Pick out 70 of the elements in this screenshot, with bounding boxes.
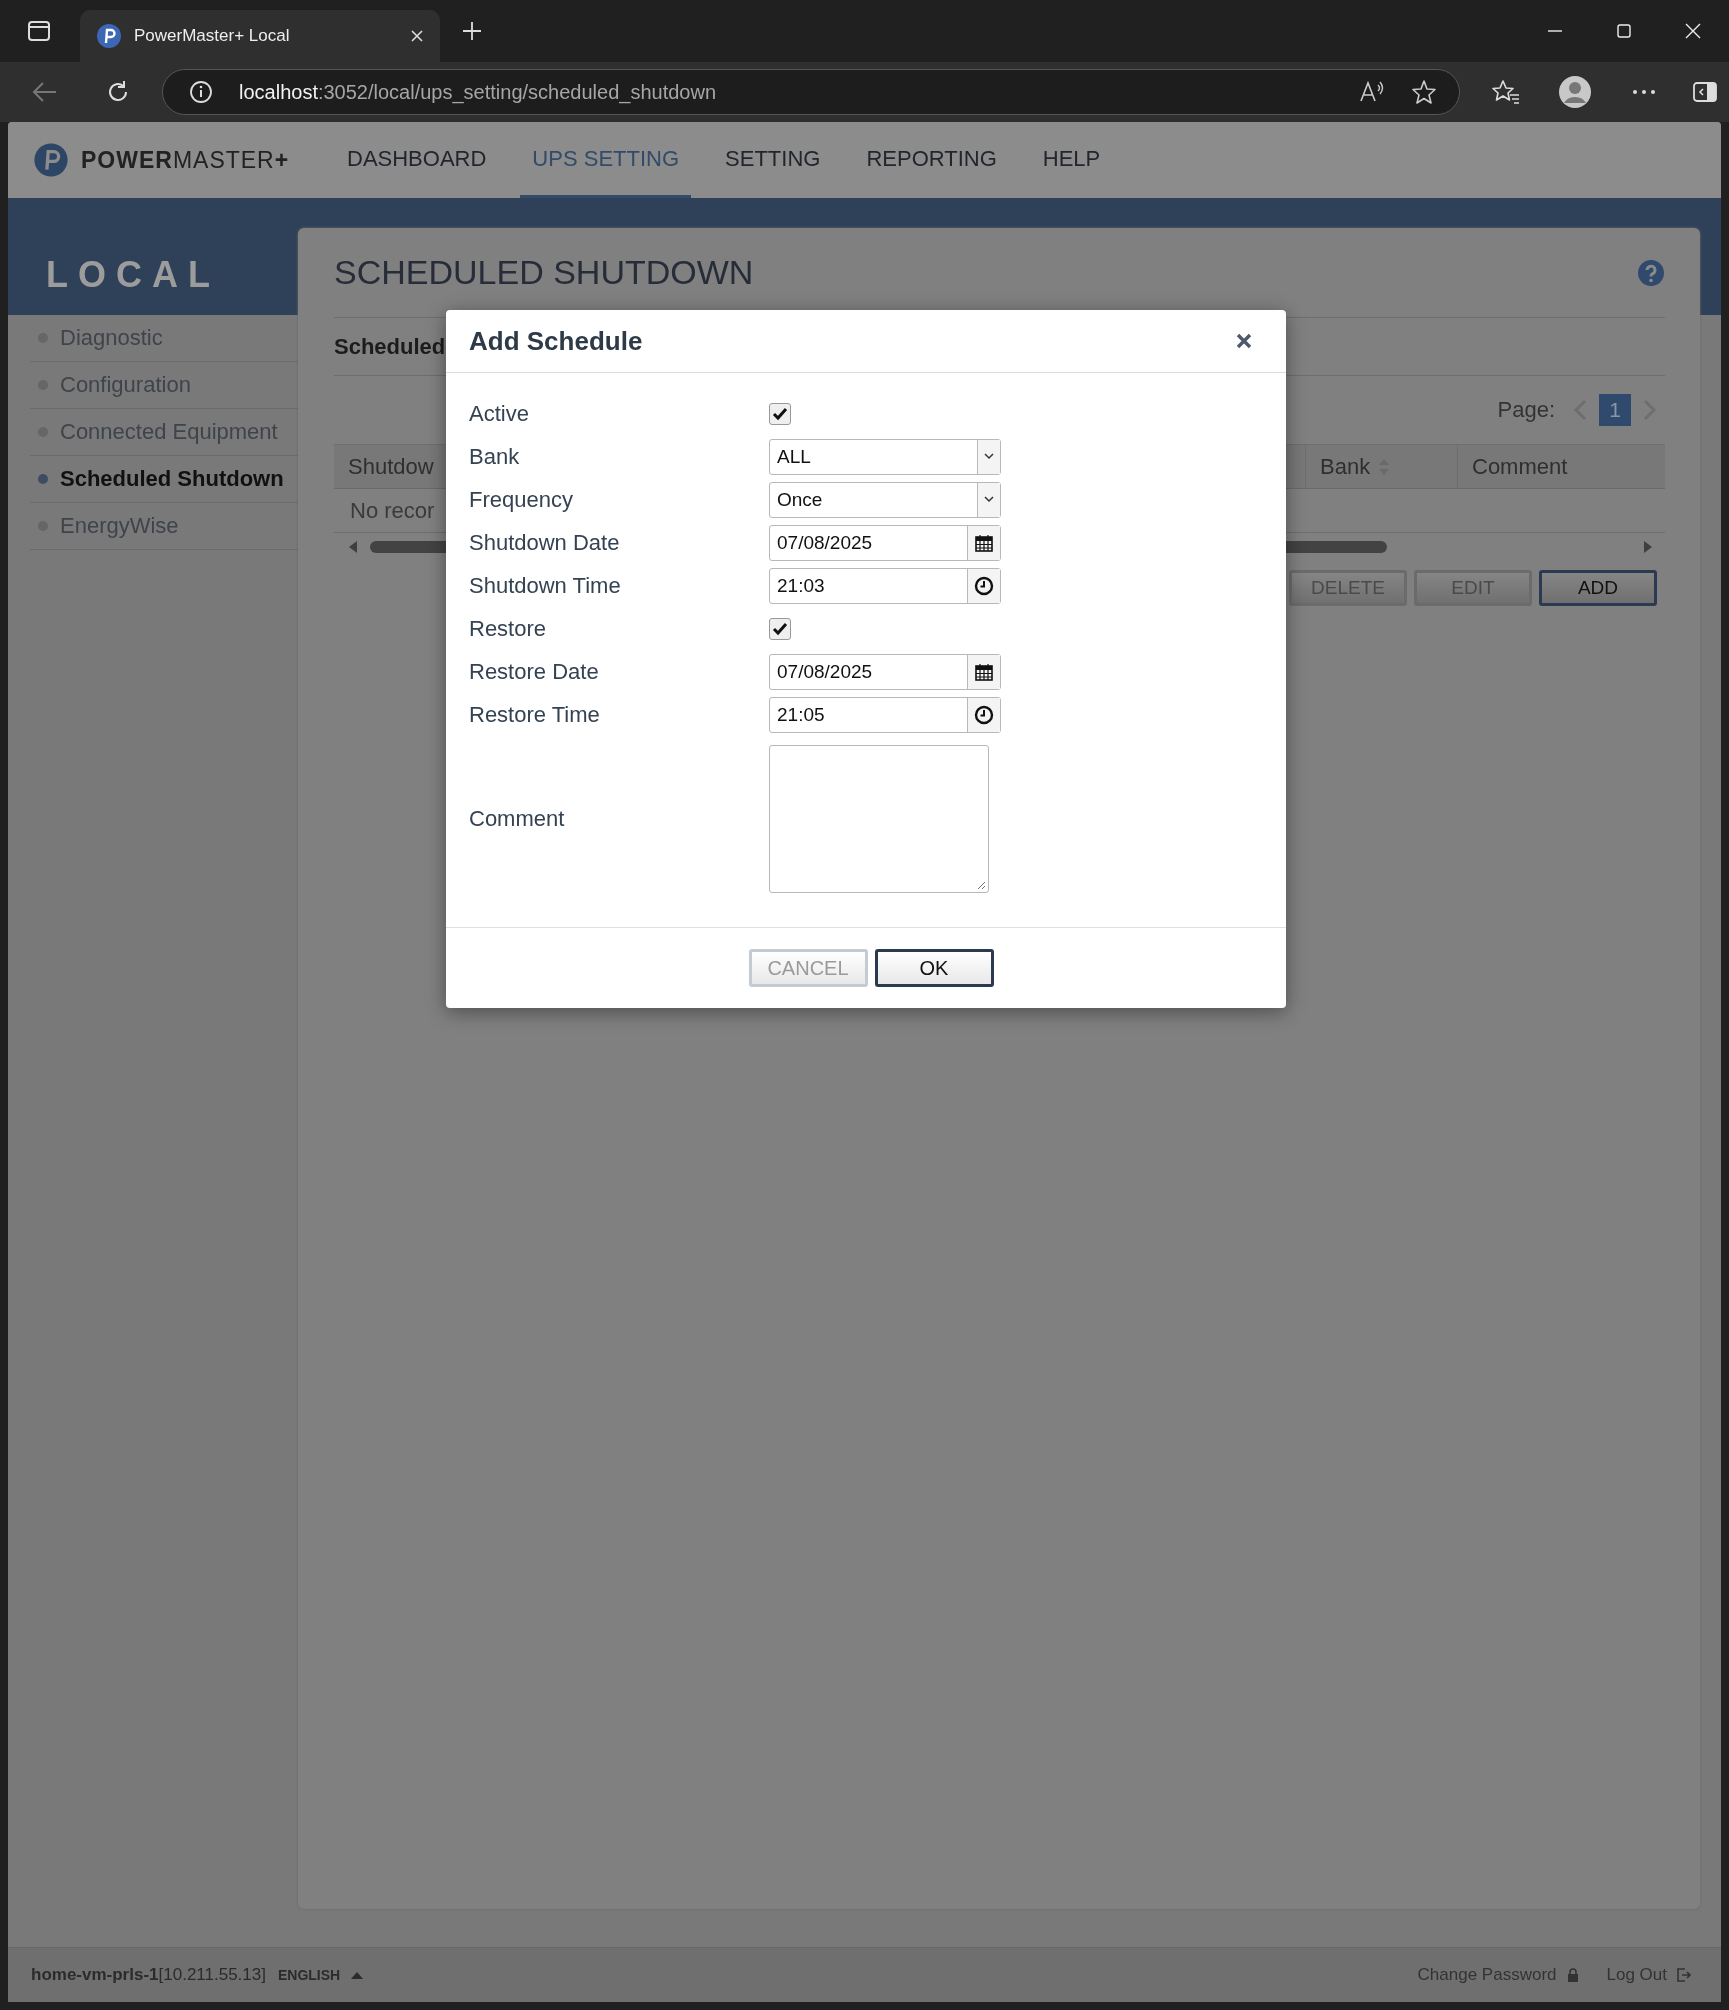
back-icon[interactable]: [32, 81, 58, 103]
browser-tab[interactable]: PowerMaster+ Local: [80, 10, 440, 62]
nav-tab[interactable]: DASHBOARD: [335, 122, 499, 198]
help-icon[interactable]: [1637, 258, 1665, 287]
calendar-icon[interactable]: [975, 533, 993, 552]
field-label: Restore: [469, 615, 548, 642]
logo-icon: [96, 23, 122, 49]
field-label: Bank: [469, 443, 521, 470]
checkbox[interactable]: [769, 617, 791, 640]
logo-icon: [33, 142, 69, 178]
field-label: Shutdown Date: [469, 529, 621, 556]
footer-link[interactable]: Log Out: [1606, 1965, 1667, 1985]
date-field[interactable]: 07/08/2025: [769, 653, 1001, 690]
footer-link[interactable]: Change Password: [1417, 1965, 1557, 1985]
caret-up-icon[interactable]: [350, 1970, 365, 1980]
nav-tab[interactable]: SETTING: [713, 122, 833, 198]
more-icon[interactable]: [1632, 89, 1656, 95]
field-label: Frequency: [469, 486, 574, 513]
field-label: Comment: [469, 806, 566, 832]
page-title: SCHEDULED SHUTDOWN: [334, 253, 754, 292]
section-title: Scheduled: [334, 333, 446, 360]
read-aloud-icon[interactable]: [1359, 80, 1385, 104]
comment-field[interactable]: [769, 745, 989, 893]
field-label: Restore Time: [469, 701, 601, 728]
field-label: Restore Date: [469, 658, 600, 685]
table-cell: No recor: [350, 497, 435, 524]
dialog-button[interactable]: OK: [874, 949, 994, 987]
close-icon[interactable]: [1236, 333, 1252, 349]
time-field[interactable]: 21:03: [769, 567, 1001, 604]
column-header[interactable]: Comment: [1458, 445, 1665, 488]
nav-tab[interactable]: REPORTING: [854, 122, 1009, 198]
calendar-icon[interactable]: [975, 662, 993, 681]
address-bar[interactable]: localhost:3052/local/ups_setting/scheduled_shutdown: [162, 69, 1460, 115]
column-header[interactable]: Bank: [1306, 445, 1458, 488]
pager-label: Page:: [1497, 397, 1555, 423]
caret-down-icon[interactable]: [984, 496, 994, 503]
select-field[interactable]: ALL: [769, 438, 1001, 475]
caret-down-icon[interactable]: [984, 453, 994, 460]
sidebar-icon[interactable]: [1693, 82, 1717, 102]
scroll-left-icon[interactable]: [348, 540, 358, 554]
page-number[interactable]: 1: [1599, 394, 1631, 426]
clock-icon[interactable]: [974, 704, 994, 725]
host-text: home-vm-prls-1[10.211.55.13]: [31, 1965, 266, 1985]
field-label: Active: [469, 400, 530, 427]
url-text: localhost:3052/local/ups_setting/scheduled_shutdown: [239, 80, 716, 104]
logout-icon: [1677, 1968, 1691, 1982]
clock-icon[interactable]: [974, 575, 994, 596]
field-label: Shutdown Time: [469, 572, 622, 599]
date-field[interactable]: 07/08/2025: [769, 524, 1001, 561]
new-tab-icon[interactable]: [462, 21, 482, 41]
tab-title: PowerMaster+ Local: [134, 26, 291, 46]
select-field[interactable]: Once: [769, 481, 1001, 518]
action-button[interactable]: ADD: [1539, 570, 1657, 606]
tab-actions-icon[interactable]: [28, 21, 50, 41]
scroll-right-icon[interactable]: [1643, 540, 1653, 554]
logo-text: POWERMASTER+: [81, 146, 290, 174]
resize-handle-icon[interactable]: [976, 880, 986, 890]
lock-icon: [1566, 1968, 1579, 1982]
dialog-title: Add Schedule: [469, 325, 643, 357]
favorites-icon[interactable]: [1492, 79, 1520, 105]
language-selector[interactable]: ENGLISH: [278, 1967, 341, 1983]
nav-tab[interactable]: HELP: [1030, 122, 1113, 198]
maximize-icon[interactable]: [1616, 23, 1632, 39]
sidebar-title: LOCAL: [45, 252, 221, 297]
profile-icon[interactable]: [1558, 75, 1592, 109]
star-icon[interactable]: [1411, 79, 1437, 105]
checkbox[interactable]: [769, 402, 791, 425]
reload-icon[interactable]: [106, 80, 130, 104]
info-icon: [189, 80, 213, 104]
time-field[interactable]: 21:05: [769, 696, 1001, 733]
